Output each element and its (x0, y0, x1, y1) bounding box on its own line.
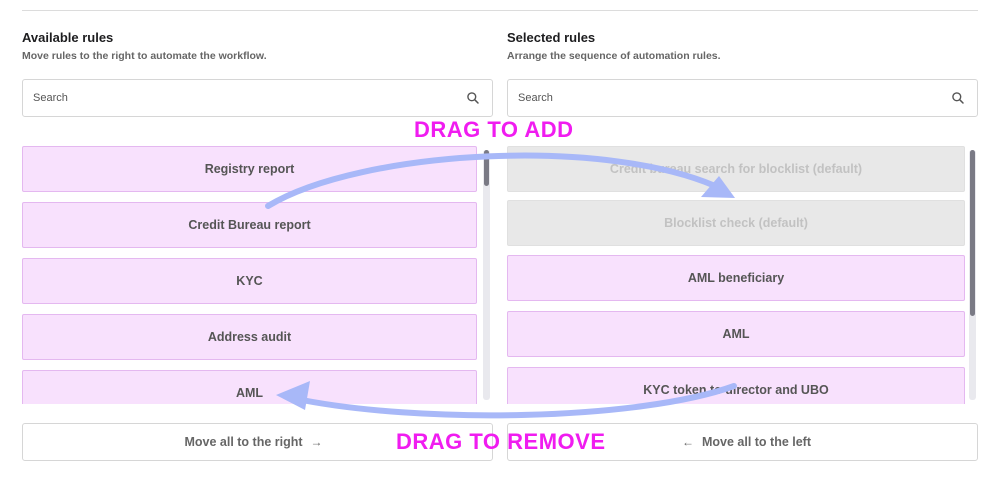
move-all-left-button[interactable]: ← Move all to the left (507, 423, 978, 461)
rule-label: Credit Bureau report (188, 218, 311, 232)
selected-rules-panel: Selected rules Arrange the sequence of a… (507, 0, 978, 479)
selected-scrollbar[interactable] (969, 150, 976, 400)
rule-label: AML (235, 386, 264, 400)
rule-label: KYC token to director and UBO (643, 383, 829, 397)
available-rules-subtitle: Move rules to the right to automate the … (22, 50, 267, 62)
rule-label: Blocklist check (default) (664, 216, 808, 230)
available-rule-item[interactable]: KYC (22, 258, 477, 304)
available-rule-item[interactable]: Registry report (22, 146, 477, 192)
selected-rule-item[interactable]: KYC token to director and UBO (507, 367, 965, 404)
available-rules-list: Registry report Credit Bureau report KYC… (22, 146, 493, 404)
rule-label: Credit bureau search for blocklist (defa… (609, 162, 863, 176)
search-icon[interactable] (951, 91, 965, 105)
available-rules-panel: Available rules Move rules to the right … (22, 0, 493, 479)
available-scrollbar[interactable] (483, 150, 490, 400)
move-all-left-label: Move all to the left (701, 435, 812, 449)
search-icon[interactable] (466, 91, 480, 105)
available-search-input[interactable] (33, 80, 453, 116)
selected-search-box (507, 79, 978, 117)
available-rule-item[interactable]: Credit Bureau report (22, 202, 477, 248)
selected-rule-item-default: Blocklist check (default) (507, 200, 965, 246)
rule-label: AML (722, 327, 750, 341)
selected-search-input[interactable] (518, 80, 938, 116)
selected-rules-title: Selected rules (507, 30, 596, 45)
selected-rule-item[interactable]: AML (507, 311, 965, 357)
move-all-right-button[interactable]: Move all to the right → (22, 423, 493, 461)
selected-rules-list: Credit bureau search for blocklist (defa… (507, 146, 978, 404)
available-rule-item[interactable]: AML (22, 370, 477, 404)
rule-label: Address audit (207, 330, 292, 344)
selected-rules-subtitle: Arrange the sequence of automation rules… (507, 50, 721, 62)
available-rule-item[interactable]: Address audit (22, 314, 477, 360)
arrow-left-icon: ← (681, 435, 694, 449)
selected-rule-item[interactable]: AML beneficiary (507, 255, 965, 301)
available-scrollbar-thumb[interactable] (484, 150, 489, 186)
arrow-right-icon: → (310, 435, 323, 449)
rule-label: KYC (236, 274, 263, 288)
selected-rule-item-default: Credit bureau search for blocklist (defa… (507, 146, 965, 192)
move-all-right-label: Move all to the right (184, 435, 303, 449)
rule-label: Registry report (204, 162, 295, 176)
available-rules-title: Available rules (22, 30, 114, 45)
selected-scrollbar-thumb[interactable] (970, 150, 975, 316)
rule-label: AML beneficiary (687, 271, 785, 285)
available-search-box (22, 79, 493, 117)
